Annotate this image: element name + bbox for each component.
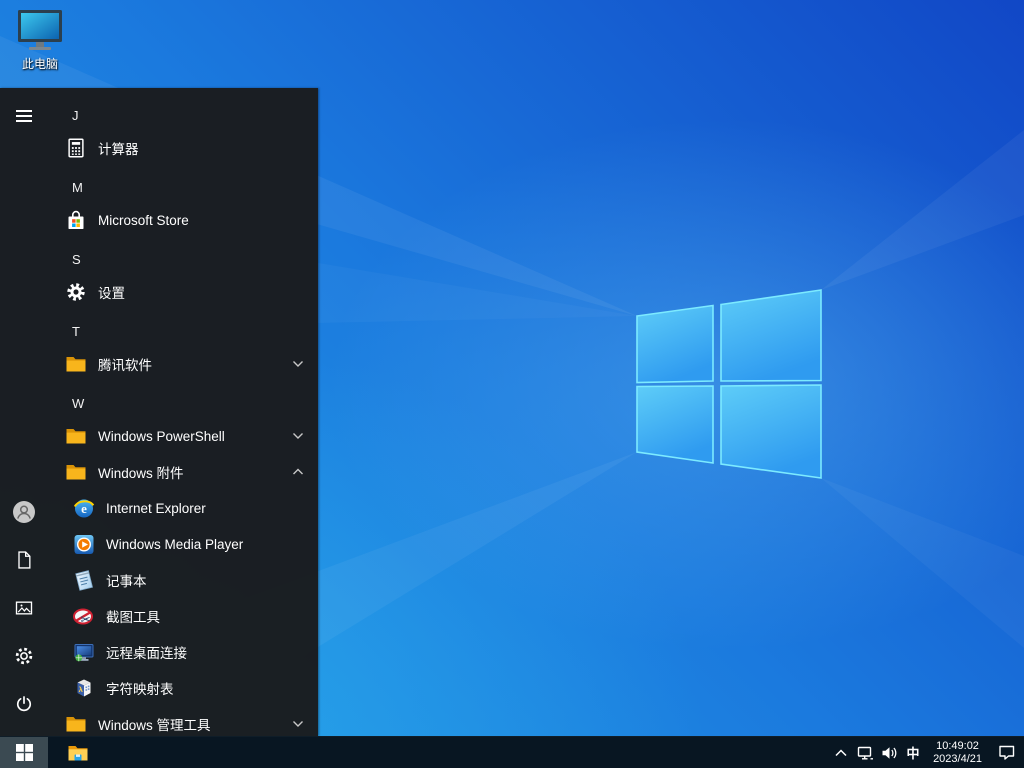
- menu-folder-windows-admin-tools[interactable]: Windows 管理工具: [48, 706, 318, 736]
- start-menu-app-list: J 计算器 M Microsoft Store S 设置 T 腾讯软件 W Wi…: [48, 88, 318, 736]
- store-icon: [64, 208, 88, 232]
- settings-icon: [64, 280, 88, 304]
- taskbar-clock[interactable]: 10:49:02 2023/4/21: [925, 737, 990, 768]
- hamburger-icon: [16, 110, 32, 122]
- chevron-down-icon: [292, 432, 304, 440]
- chevron-down-icon: [292, 720, 304, 728]
- menu-folder-windows-powershell[interactable]: Windows PowerShell: [48, 418, 318, 454]
- clock-date: 2023/4/21: [933, 752, 982, 765]
- section-header-m[interactable]: M: [48, 172, 318, 202]
- network-icon: [857, 746, 873, 759]
- start-menu: J 计算器 M Microsoft Store S 设置 T 腾讯软件 W Wi…: [0, 88, 318, 736]
- taskbar: 中 10:49:02 2023/4/21: [0, 736, 1024, 768]
- notepad-icon: [72, 568, 96, 592]
- settings-button[interactable]: [0, 632, 48, 680]
- svg-text:✂: ✂: [80, 613, 90, 627]
- network-button[interactable]: [853, 737, 877, 768]
- clock-time: 10:49:02: [936, 739, 979, 752]
- menu-item-notepad[interactable]: 记事本: [48, 562, 318, 598]
- system-tray: 中 10:49:02 2023/4/21: [829, 737, 1024, 768]
- remote-desktop-icon: [72, 640, 96, 664]
- pictures-icon: [15, 601, 33, 615]
- documents-button[interactable]: [0, 536, 48, 584]
- folder-icon: [64, 424, 88, 448]
- start-button[interactable]: [0, 737, 48, 768]
- power-button[interactable]: [0, 680, 48, 728]
- chevron-up-icon: [292, 468, 304, 476]
- section-header-w[interactable]: W: [48, 388, 318, 418]
- tray-expand-button[interactable]: [829, 737, 853, 768]
- folder-icon: [64, 352, 88, 376]
- section-header-s[interactable]: S: [48, 244, 318, 274]
- user-icon: [13, 501, 35, 523]
- computer-icon: [18, 10, 62, 50]
- character-map-icon: λ: [72, 676, 96, 700]
- desktop-icon-this-pc[interactable]: 此电脑: [8, 8, 72, 72]
- file-explorer-button[interactable]: [58, 737, 98, 768]
- power-icon: [16, 696, 32, 712]
- section-header-t[interactable]: T: [48, 316, 318, 346]
- desktop-icon-label: 此电脑: [21, 57, 58, 71]
- menu-item-windows-media-player[interactable]: Windows Media Player: [48, 526, 318, 562]
- menu-item-snipping-tool[interactable]: ✂ 截图工具: [48, 598, 318, 634]
- menu-item-remote-desktop[interactable]: 远程桌面连接: [48, 634, 318, 670]
- volume-icon: [882, 746, 896, 759]
- windows-start-icon: [15, 744, 33, 761]
- volume-button[interactable]: [877, 737, 901, 768]
- action-center-icon: [999, 745, 1015, 760]
- menu-folder-windows-accessories[interactable]: Windows 附件: [48, 454, 318, 490]
- menu-item-calculator[interactable]: 计算器: [48, 130, 318, 166]
- svg-text:e: e: [81, 501, 87, 516]
- file-explorer-icon: [68, 745, 88, 760]
- menu-expand-button[interactable]: [0, 92, 48, 140]
- start-menu-rail: [0, 88, 48, 736]
- document-icon: [18, 551, 31, 569]
- action-center-button[interactable]: [990, 737, 1024, 768]
- internet-explorer-icon: e: [72, 496, 96, 520]
- ime-indicator[interactable]: 中: [901, 737, 925, 768]
- user-button[interactable]: [0, 488, 48, 536]
- menu-folder-tencent-software[interactable]: 腾讯软件: [48, 346, 318, 382]
- snipping-tool-icon: ✂: [72, 604, 96, 628]
- section-header-j[interactable]: J: [48, 100, 318, 130]
- menu-item-settings[interactable]: 设置: [48, 274, 318, 310]
- taskbar-empty-area: [98, 737, 829, 768]
- menu-item-internet-explorer[interactable]: e Internet Explorer: [48, 490, 318, 526]
- media-player-icon: [72, 532, 96, 556]
- folder-icon: [64, 460, 88, 484]
- menu-item-microsoft-store[interactable]: Microsoft Store: [48, 202, 318, 238]
- chevron-down-icon: [292, 360, 304, 368]
- folder-icon: [64, 712, 88, 736]
- pictures-button[interactable]: [0, 584, 48, 632]
- gear-icon: [15, 647, 33, 665]
- menu-item-character-map[interactable]: λ 字符映射表: [48, 670, 318, 706]
- chevron-up-icon: [835, 748, 847, 756]
- calculator-icon: [64, 136, 88, 160]
